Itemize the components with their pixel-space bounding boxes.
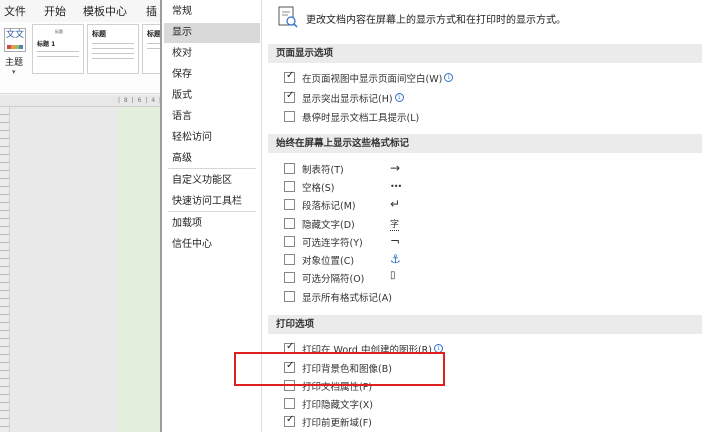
checkbox[interactable] bbox=[284, 70, 295, 83]
style-gallery-item[interactable]: 标题 bbox=[87, 24, 139, 74]
option-label: 段落标记(M) bbox=[302, 201, 356, 212]
nav-item-layout[interactable]: 版式 bbox=[164, 86, 260, 106]
option-show-whitespace[interactable]: 在页面视图中显示页面间空白(W)i bbox=[284, 70, 684, 85]
checkbox[interactable] bbox=[284, 272, 295, 283]
option-label: 空格(S) bbox=[302, 183, 335, 194]
nav-item-customize-ribbon[interactable]: 自定义功能区 bbox=[164, 171, 260, 191]
nav-item-language[interactable]: 语言 bbox=[164, 107, 260, 127]
ribbon-tab-bar: 文件 开始 模板中心 插 bbox=[0, 0, 162, 22]
nav-item-quick-access-toolbar[interactable]: 快速访问工具栏 bbox=[164, 192, 260, 212]
option-label: 可选连字符(Y) bbox=[302, 238, 363, 249]
style-thumb-sub: 标题 1 bbox=[37, 41, 56, 48]
option-object-anchors[interactable]: 对象位置(C) ⚓ bbox=[284, 252, 684, 267]
nav-item-proofing[interactable]: 校对 bbox=[164, 44, 260, 64]
style-gallery-item[interactable]: 标题 1 标题 bbox=[32, 24, 84, 74]
ribbon-panel: 文文 主题 ▾ 标题 1 标题 标题 标题 bbox=[0, 22, 162, 94]
ribbon-tab-file[interactable]: 文件 bbox=[4, 3, 26, 19]
hidden-text-icon: 字 bbox=[390, 217, 400, 231]
nav-item-save[interactable]: 保存 bbox=[164, 65, 260, 85]
section-header-print: 打印选项 bbox=[268, 315, 702, 334]
highlight-annotation-box bbox=[234, 352, 445, 386]
option-label: 打印隐藏文字(X) bbox=[302, 400, 373, 411]
nav-item-trust-center[interactable]: 信任中心 bbox=[164, 235, 260, 255]
nav-item-advanced[interactable]: 高级 bbox=[164, 149, 260, 169]
paragraph-mark-icon: ↵ bbox=[390, 197, 401, 211]
theme-label: 主题 bbox=[5, 58, 24, 68]
info-icon[interactable]: i bbox=[444, 73, 454, 82]
option-optional-breaks[interactable]: 可选分隔符(O) ▯ bbox=[284, 270, 684, 285]
ribbon-tab-template-center[interactable]: 模板中心 bbox=[83, 3, 127, 19]
checkbox[interactable] bbox=[284, 254, 295, 265]
nav-item-general[interactable]: 常规 bbox=[164, 2, 260, 22]
ribbon-tab-home[interactable]: 开始 bbox=[44, 3, 66, 19]
optional-break-icon: ▯ bbox=[390, 270, 396, 281]
document-page[interactable] bbox=[118, 107, 162, 432]
checkbox[interactable] bbox=[284, 111, 295, 122]
optional-hyphen-icon: ¬ bbox=[390, 234, 401, 248]
option-tab-characters[interactable]: 制表符(T) → bbox=[284, 161, 684, 176]
ruler-ticks: | 8 | 6 | 4 | bbox=[118, 97, 162, 104]
checkbox[interactable] bbox=[284, 236, 295, 247]
checkbox[interactable] bbox=[284, 90, 295, 103]
checkbox[interactable] bbox=[284, 163, 295, 174]
nav-item-display[interactable]: 显示 bbox=[164, 23, 260, 43]
option-label: 可选分隔符(O) bbox=[302, 274, 365, 285]
document-canvas bbox=[10, 107, 118, 432]
word-window-background: 文件 开始 模板中心 插 文文 主题 ▾ 标题 1 标题 标题 标题 | 8 |… bbox=[0, 0, 162, 432]
checkbox[interactable] bbox=[284, 414, 295, 427]
theme-button[interactable]: 文文 主题 ▾ bbox=[2, 24, 28, 76]
horizontal-ruler: | 8 | 6 | 4 | bbox=[0, 95, 162, 107]
option-label: 显示突出显示标记(H) i bbox=[302, 91, 404, 105]
option-label: 显示所有格式标记(A) bbox=[302, 293, 392, 304]
option-paragraph-marks[interactable]: 段落标记(M) ↵ bbox=[284, 197, 684, 212]
option-label: 悬停时显示文档工具提示(L) bbox=[302, 113, 420, 124]
checkbox[interactable] bbox=[284, 291, 295, 302]
nav-item-add-ins[interactable]: 加载项 bbox=[164, 214, 260, 234]
space-dots-icon: ••• bbox=[390, 182, 402, 191]
option-label: 在页面视图中显示页面间空白(W) i bbox=[302, 71, 454, 85]
style-gallery-item[interactable]: 标题 bbox=[142, 24, 162, 74]
option-label: 对象位置(C) bbox=[302, 256, 355, 267]
style-thumb-heading: 标题 bbox=[55, 29, 63, 34]
option-show-highlighter[interactable]: 显示突出显示标记(H)i bbox=[284, 90, 684, 105]
option-label: 制表符(T) bbox=[302, 165, 344, 176]
checkbox[interactable] bbox=[284, 398, 295, 409]
checkbox[interactable] bbox=[284, 181, 295, 192]
display-settings-icon bbox=[278, 6, 298, 28]
option-label: 打印前更新域(F) bbox=[302, 418, 372, 429]
checkbox[interactable] bbox=[284, 199, 295, 210]
option-label: 隐藏文字(D) bbox=[302, 220, 355, 231]
theme-icon: 文文 bbox=[4, 28, 26, 52]
option-show-tooltips[interactable]: 悬停时显示文档工具提示(L) bbox=[284, 110, 684, 124]
nav-divider bbox=[168, 211, 256, 212]
nav-divider bbox=[168, 168, 256, 169]
vertical-ruler bbox=[0, 107, 10, 432]
checkbox[interactable] bbox=[284, 218, 295, 229]
option-update-fields[interactable]: 打印前更新域(F) bbox=[284, 414, 684, 429]
section-header-page-display: 页面显示选项 bbox=[268, 44, 702, 63]
option-print-hidden-text[interactable]: 打印隐藏文字(X) bbox=[284, 397, 684, 411]
option-hidden-text[interactable]: 隐藏文字(D) 字 bbox=[284, 217, 684, 231]
info-icon[interactable]: i bbox=[394, 93, 404, 102]
section-header-format-marks: 始终在屏幕上显示这些格式标记 bbox=[268, 134, 702, 153]
style-thumb-heading: 标题 bbox=[147, 30, 161, 38]
chevron-down-icon: ▾ bbox=[12, 68, 16, 76]
nav-item-accessibility[interactable]: 轻松访问 bbox=[164, 128, 260, 148]
tab-arrow-icon: → bbox=[390, 161, 401, 175]
option-show-all-marks[interactable]: 显示所有格式标记(A) bbox=[284, 290, 684, 304]
page-description: 更改文档内容在屏幕上的显示方式和在打印时的显示方式。 bbox=[306, 15, 566, 26]
ribbon-tab-insert[interactable]: 插 bbox=[146, 3, 157, 19]
option-optional-hyphens[interactable]: 可选连字符(Y) ¬ bbox=[284, 234, 684, 249]
option-spaces[interactable]: 空格(S) ••• bbox=[284, 180, 684, 194]
style-thumb-heading: 标题 bbox=[92, 30, 106, 38]
anchor-icon: ⚓ bbox=[390, 252, 401, 266]
